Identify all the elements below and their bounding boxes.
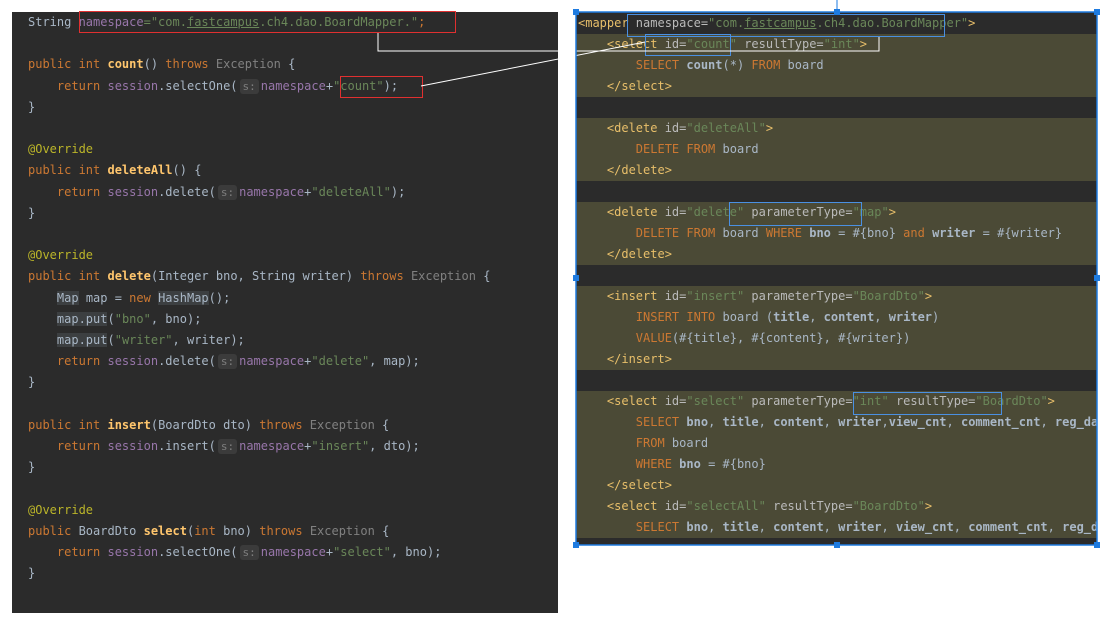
resize-handle-top-right[interactable] bbox=[1094, 9, 1100, 15]
resize-handle-bottom-right[interactable] bbox=[1094, 542, 1100, 548]
resize-handle-right[interactable] bbox=[1094, 275, 1100, 281]
resize-handle-top-left[interactable] bbox=[573, 9, 579, 15]
resize-handle-bottom-left[interactable] bbox=[573, 542, 579, 548]
connector-lines bbox=[377, 0, 1098, 546]
resize-handle-left[interactable] bbox=[573, 275, 579, 281]
resize-handle-bottom[interactable] bbox=[834, 542, 840, 548]
resize-handle-top[interactable] bbox=[834, 9, 840, 15]
